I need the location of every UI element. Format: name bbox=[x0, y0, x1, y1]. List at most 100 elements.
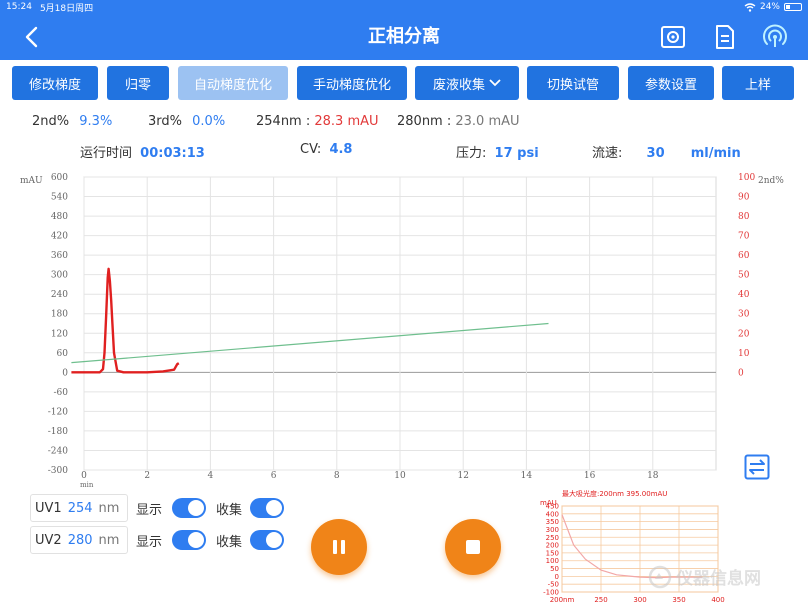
spectrum-x-tick-label: 400 bbox=[711, 596, 724, 604]
chevron-down-icon bbox=[489, 79, 501, 87]
x-tick-label: 8 bbox=[334, 471, 340, 481]
switch-tube-label: 切换试管 bbox=[546, 77, 599, 93]
x-tick-label: 18 bbox=[647, 471, 659, 481]
auto-gradient-button[interactable]: 自动梯度优化 bbox=[178, 66, 288, 100]
status-time: 15:24 bbox=[6, 2, 32, 12]
x-axis-label: min bbox=[80, 481, 94, 489]
parameter-settings-button[interactable]: 参数设置 bbox=[628, 66, 714, 100]
uv2-show-toggle[interactable] bbox=[172, 530, 207, 550]
chevron-left-icon bbox=[25, 26, 38, 48]
pressure-label: 压力: bbox=[456, 146, 487, 161]
chromatogram-panel: 600 540 480 420 360 300 240 180 120 60 0 -60 -120 -18… bbox=[0, 166, 808, 496]
second-percent-label: 2nd% bbox=[32, 114, 70, 129]
uv2-unit: nm bbox=[98, 532, 120, 548]
y-left-tick-label: -180 bbox=[48, 427, 68, 437]
uv254-readout: 254nm : 28.3 mAU bbox=[256, 114, 379, 129]
spectrum-title: 最大吸光度:200nm 395.00mAU bbox=[562, 489, 667, 498]
uv1-row: UV1 254 nm 显示 收集 bbox=[30, 494, 285, 522]
uv254-label: 254nm : bbox=[256, 114, 311, 129]
uv1-wavelength-field[interactable]: UV1 254 nm bbox=[30, 494, 128, 522]
runtime-readout: 运行时间 00:03:13 bbox=[80, 142, 205, 161]
toolbar: 修改梯度 归零 自动梯度优化 手动梯度优化 废液收集 切换试管 参数设置 上样 bbox=[0, 64, 808, 102]
uv1-show-toggle[interactable] bbox=[172, 498, 207, 518]
third-percent-value: 0.0% bbox=[192, 114, 226, 129]
y-left-tick-label: -300 bbox=[48, 466, 68, 476]
uv1-unit: nm bbox=[98, 500, 120, 516]
x-tick-label: 12 bbox=[457, 471, 468, 481]
third-percent-readout: 3rd% 0.0% bbox=[148, 114, 225, 129]
y-left-tick-label: 540 bbox=[51, 193, 68, 203]
y-right-tick-label: 70 bbox=[738, 232, 750, 242]
pressure-value: 17 psi bbox=[494, 146, 539, 161]
y-left-tick-label: 360 bbox=[51, 251, 68, 261]
spectrum-y-tick-label: 150 bbox=[546, 549, 559, 557]
spectrum-y-tick-label: 400 bbox=[546, 510, 559, 518]
y-right-tick-label: 10 bbox=[738, 349, 750, 359]
zero-label: 归零 bbox=[124, 77, 151, 93]
uv1-collect-toggle[interactable] bbox=[250, 498, 285, 518]
spectrum-y-tick-label: 200 bbox=[546, 542, 559, 550]
uv1-name: UV1 bbox=[35, 500, 62, 516]
uv280-label: 280nm : bbox=[397, 114, 452, 129]
x-tick-label: 14 bbox=[521, 471, 533, 481]
parameter-settings-label: 参数设置 bbox=[644, 77, 697, 93]
chromatogram-chart[interactable]: 600540480420360300240180120600-60-120-18… bbox=[0, 166, 808, 496]
spectrum-x-tick-label: 350 bbox=[672, 596, 685, 604]
uv280-value: 23.0 mAU bbox=[455, 114, 520, 129]
watermark: 仪器信息网 bbox=[648, 564, 761, 589]
app-root: 15:24 5月18日周四 24% 正相分离 修改梯度 归零 自动梯度优化 手动… bbox=[0, 0, 808, 606]
cv-label: CV: bbox=[300, 142, 322, 157]
y-left-tick-label: 180 bbox=[51, 310, 68, 320]
waste-collect-label: 废液收集 bbox=[432, 77, 485, 93]
x-tick-label: 0 bbox=[81, 471, 87, 481]
document-button[interactable] bbox=[712, 24, 738, 50]
y-right-axis-label: 2nd% bbox=[758, 176, 784, 186]
x-tick-label: 2 bbox=[144, 471, 150, 481]
modify-gradient-label: 修改梯度 bbox=[28, 77, 81, 93]
spectrum-y-tick-label: 100 bbox=[546, 557, 559, 565]
y-right-tick-label: 60 bbox=[738, 251, 750, 261]
spectrum-x-tick-label: 300 bbox=[633, 596, 646, 604]
status-date: 5月18日周四 bbox=[39, 3, 94, 14]
spectrum-y-tick-label: -50 bbox=[548, 581, 559, 589]
uv280-readout: 280nm : 23.0 mAU bbox=[397, 114, 520, 129]
swap-axis-button[interactable] bbox=[744, 454, 770, 480]
broadcast-icon bbox=[763, 24, 787, 47]
signal-button[interactable] bbox=[762, 24, 788, 50]
y-right-tick-label: 80 bbox=[738, 212, 750, 222]
y-left-tick-label: 240 bbox=[51, 290, 68, 300]
uv2-wavelength: 280 bbox=[67, 532, 93, 548]
manual-gradient-button[interactable]: 手动梯度优化 bbox=[297, 66, 407, 100]
spectrum-y-tick-label: 300 bbox=[546, 526, 559, 534]
pause-button[interactable] bbox=[311, 519, 367, 575]
spectrum-y-tick-label: 450 bbox=[546, 503, 559, 511]
y-left-tick-label: -60 bbox=[54, 388, 69, 398]
y-left-tick-label: -120 bbox=[48, 407, 68, 417]
uv2-collect-toggle[interactable] bbox=[250, 530, 285, 550]
modify-gradient-button[interactable]: 修改梯度 bbox=[12, 66, 98, 100]
uv254-value: 28.3 mAU bbox=[314, 114, 379, 129]
back-button[interactable] bbox=[18, 22, 44, 52]
record-button[interactable] bbox=[660, 24, 686, 50]
flow-unit: ml/min bbox=[690, 146, 741, 161]
cv-readout: CV: 4.8 bbox=[300, 142, 352, 157]
pressure-readout: 压力: 17 psi bbox=[456, 142, 539, 161]
load-sample-button[interactable]: 上样 bbox=[722, 66, 794, 100]
spectrum-y-tick-label: 0 bbox=[555, 573, 559, 581]
uv2-wavelength-field[interactable]: UV2 280 nm bbox=[30, 526, 128, 554]
auto-gradient-label: 自动梯度优化 bbox=[193, 77, 272, 93]
y-left-tick-label: 600 bbox=[51, 173, 68, 183]
watermark-text: 仪器信息网 bbox=[676, 569, 761, 589]
zero-button[interactable]: 归零 bbox=[107, 66, 169, 100]
waste-collect-dropdown[interactable]: 废液收集 bbox=[415, 66, 519, 100]
wifi-icon bbox=[744, 2, 756, 12]
stop-button[interactable] bbox=[445, 519, 501, 575]
gradient-line bbox=[71, 322, 549, 364]
switch-tube-button[interactable]: 切换试管 bbox=[527, 66, 619, 100]
load-sample-label: 上样 bbox=[744, 77, 771, 93]
uv2-name: UV2 bbox=[35, 532, 62, 548]
y-right-tick-label: 30 bbox=[738, 310, 750, 320]
flow-value: 30 bbox=[646, 146, 665, 161]
y-left-tick-label: 480 bbox=[51, 212, 68, 222]
y-left-tick-label: 0 bbox=[62, 368, 68, 378]
